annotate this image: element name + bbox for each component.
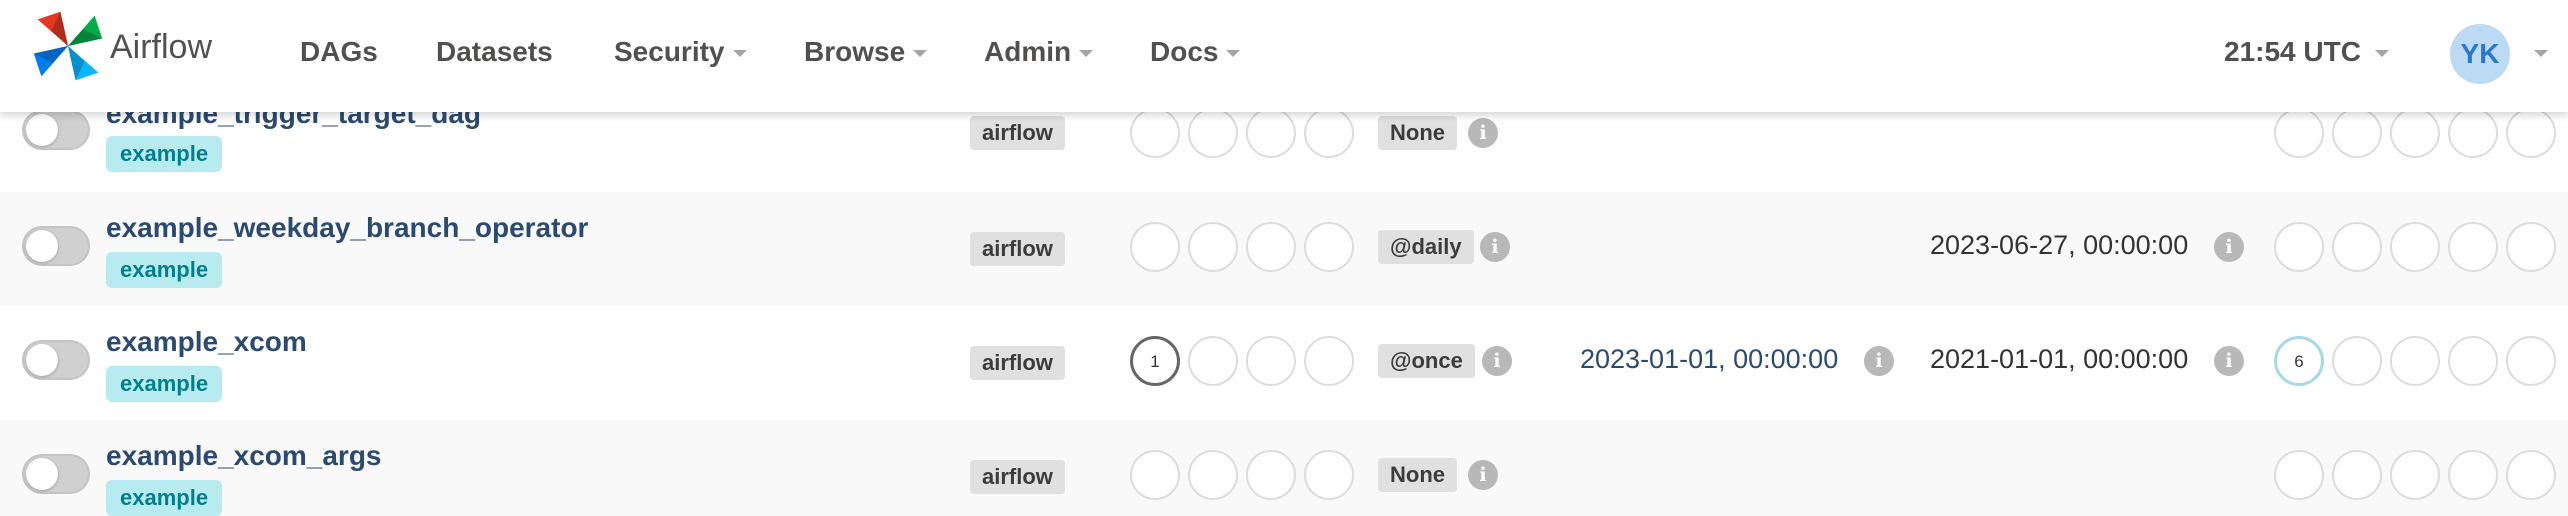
dag-pause-toggle[interactable]: [22, 340, 90, 380]
task-status-circle[interactable]: [2448, 222, 2498, 272]
dag-tag[interactable]: example: [106, 136, 223, 172]
task-status-circle[interactable]: [2506, 336, 2556, 386]
nav-dags-label: DAGs: [300, 36, 378, 67]
chevron-down-icon: [1226, 50, 1241, 58]
next-run-date: 2021-01-01, 00:00:00: [1930, 344, 2189, 374]
task-status-circle[interactable]: [2448, 108, 2498, 158]
brand-name[interactable]: Airflow: [110, 28, 212, 67]
info-icon[interactable]: i: [1482, 346, 1512, 376]
nav-dags[interactable]: DAGs: [300, 36, 378, 68]
info-icon[interactable]: i: [1468, 460, 1498, 490]
task-status-circle[interactable]: 6: [2274, 336, 2324, 386]
task-status-circle[interactable]: [2274, 222, 2324, 272]
dag-owner[interactable]: airflow: [970, 460, 1065, 494]
nav-security-label: Security: [614, 36, 725, 67]
task-status-circle[interactable]: [2274, 108, 2324, 158]
nav-docs[interactable]: Docs: [1150, 36, 1241, 68]
chevron-down-icon: [732, 50, 747, 58]
run-status-circle[interactable]: [1188, 336, 1238, 386]
run-status-circle[interactable]: [1188, 108, 1238, 158]
nav-admin-label: Admin: [984, 36, 1072, 67]
dag-owner[interactable]: airflow: [970, 232, 1065, 266]
info-icon[interactable]: i: [1480, 232, 1510, 262]
task-status-circle[interactable]: [2506, 450, 2556, 500]
chevron-down-icon[interactable]: [2534, 50, 2548, 57]
dag-tag[interactable]: example: [106, 366, 223, 402]
run-status-circle[interactable]: [1188, 450, 1238, 500]
dag-tag[interactable]: example: [106, 252, 223, 288]
run-status-circle[interactable]: [1246, 108, 1296, 158]
schedule-badge: @daily: [1378, 230, 1474, 264]
task-status-circle[interactable]: [2390, 450, 2440, 500]
run-status-circle[interactable]: [1188, 222, 1238, 272]
nav-browse[interactable]: Browse: [804, 36, 928, 68]
chevron-down-icon: [913, 50, 928, 58]
run-status-circle[interactable]: [1130, 450, 1180, 500]
task-status-circle[interactable]: [2506, 108, 2556, 158]
clock-label: 21:54 UTC: [2224, 36, 2361, 67]
nav-datasets[interactable]: Datasets: [436, 36, 553, 68]
last-run-link[interactable]: 2023-01-01, 00:00:00: [1580, 344, 1838, 375]
dag-link[interactable]: example_xcom: [106, 326, 307, 358]
task-status-circle[interactable]: [2390, 108, 2440, 158]
run-status-circle[interactable]: [1304, 222, 1354, 272]
top-navbar: Airflow DAGs Datasets Security Browse Ad…: [0, 0, 2568, 112]
run-status-circle[interactable]: [1304, 336, 1354, 386]
info-icon[interactable]: i: [2214, 346, 2244, 376]
dag-pause-toggle[interactable]: [22, 110, 90, 150]
task-status-circle[interactable]: [2506, 222, 2556, 272]
dag-owner[interactable]: airflow: [970, 346, 1065, 380]
task-status-circle[interactable]: [2274, 450, 2324, 500]
nav-browse-label: Browse: [804, 36, 906, 67]
run-status-circle[interactable]: [1130, 108, 1180, 158]
dag-row: example_xcom_args example airflow None i: [0, 420, 2568, 516]
nav-datasets-label: Datasets: [436, 36, 553, 67]
user-avatar[interactable]: YK: [2450, 24, 2510, 84]
run-status-circle[interactable]: [1246, 222, 1296, 272]
run-status-circle[interactable]: [1130, 222, 1180, 272]
task-status-circle[interactable]: [2448, 450, 2498, 500]
dag-tag[interactable]: example: [106, 480, 223, 516]
schedule-badge: None: [1378, 116, 1457, 150]
info-icon[interactable]: i: [2214, 232, 2244, 262]
chevron-down-icon: [1079, 50, 1094, 58]
nav-security[interactable]: Security: [614, 36, 747, 68]
dag-row: example_weekday_branch_operator example …: [0, 192, 2568, 308]
schedule-badge: @once: [1378, 344, 1475, 378]
run-status-circle[interactable]: [1246, 336, 1296, 386]
run-status-circle[interactable]: [1304, 450, 1354, 500]
timezone-clock[interactable]: 21:54 UTC: [2224, 36, 2389, 68]
dag-pause-toggle[interactable]: [22, 226, 90, 266]
dag-pause-toggle[interactable]: [22, 454, 90, 494]
nav-admin[interactable]: Admin: [984, 36, 1094, 68]
task-status-circle[interactable]: [2390, 336, 2440, 386]
info-icon[interactable]: i: [1468, 118, 1498, 148]
dag-link[interactable]: example_weekday_branch_operator: [106, 212, 588, 244]
run-status-circle[interactable]: 1: [1130, 336, 1180, 386]
airflow-logo[interactable]: [30, 8, 106, 84]
task-status-circle[interactable]: [2390, 222, 2440, 272]
task-status-circle[interactable]: [2332, 108, 2382, 158]
info-icon[interactable]: i: [1864, 346, 1894, 376]
run-status-circle[interactable]: [1246, 450, 1296, 500]
dag-row: example_xcom example airflow 1 @once i 2…: [0, 306, 2568, 422]
dag-link[interactable]: example_xcom_args: [106, 440, 382, 472]
task-status-circle[interactable]: [2448, 336, 2498, 386]
nav-docs-label: Docs: [1150, 36, 1219, 67]
dag-owner[interactable]: airflow: [970, 116, 1065, 150]
next-run-date: 2023-06-27, 00:00:00: [1930, 230, 2189, 260]
chevron-down-icon: [2374, 50, 2389, 58]
task-status-circle[interactable]: [2332, 222, 2382, 272]
schedule-badge: None: [1378, 458, 1457, 492]
task-status-circle[interactable]: [2332, 450, 2382, 500]
run-status-circle[interactable]: [1304, 108, 1354, 158]
task-status-circle[interactable]: [2332, 336, 2382, 386]
